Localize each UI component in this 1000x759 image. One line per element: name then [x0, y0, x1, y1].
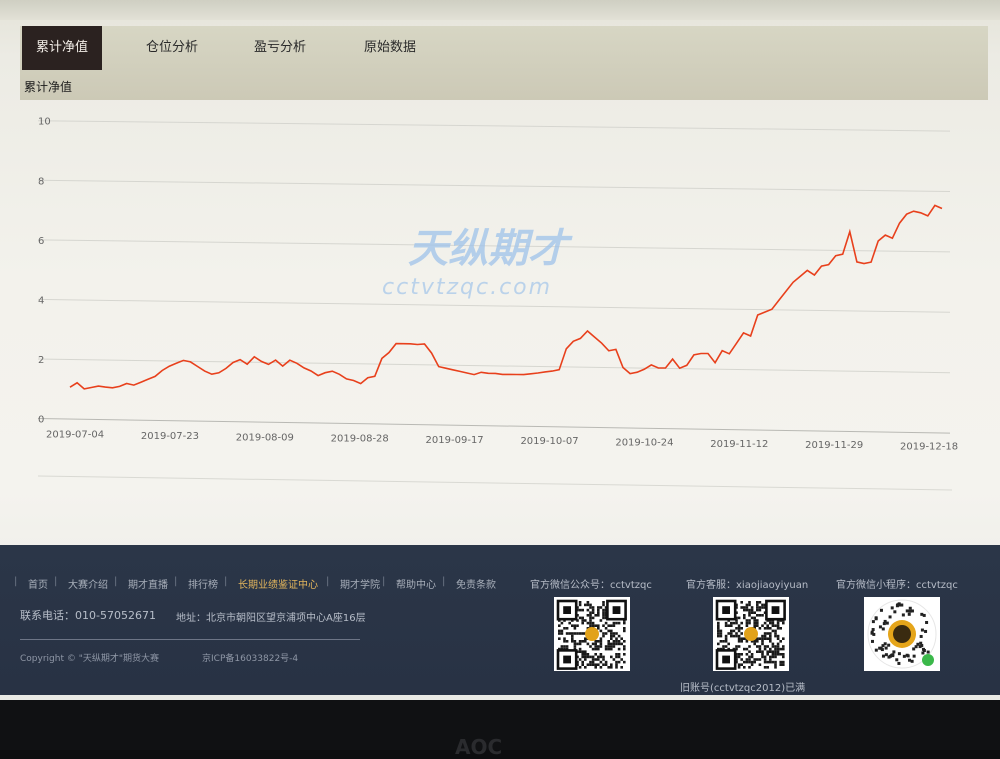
footer-nav-link[interactable]: 帮助中心 — [396, 576, 436, 591]
x-tick-label: 2019-08-28 — [331, 434, 389, 445]
nav-separator: | — [174, 576, 178, 587]
chart-bottom-border — [37, 475, 953, 491]
nav-separator: | — [224, 576, 228, 587]
nav-line-chart: 0246810 2019-07-04 2019-07-23 2019-08-09 20… — [37, 117, 958, 491]
contact-phone: 联系电话：010-57052671 — [20, 609, 156, 622]
nav-separator: | — [382, 576, 386, 587]
x-tick-label: 2019-12-18 — [900, 441, 958, 452]
watermark-title: 天纵期才 — [408, 226, 573, 272]
nav-separator: | — [14, 576, 18, 587]
gridline-2 — [37, 358, 951, 374]
old-account-note: 旧账号(cctvtzqc2012)已满 — [680, 683, 806, 694]
footer-nav-link[interactable]: 排行榜 — [188, 576, 218, 591]
x-axis-ticks: 2019-07-04 2019-07-23 2019-08-09 2019-08-28… — [46, 430, 958, 453]
nav-separator: | — [54, 576, 58, 587]
footer-divider — [20, 639, 360, 640]
y-tick-label: 2 — [38, 355, 44, 366]
gridline-8 — [37, 179, 951, 192]
footer-nav-link[interactable]: 期才学院 — [340, 576, 380, 591]
contact-address: 地址：北京市朝阳区望京浦项中心A座16层 — [176, 613, 366, 624]
footer-nav-link[interactable]: 长期业绩鉴证中心 — [238, 576, 318, 591]
nav-separator: | — [442, 576, 446, 587]
y-tick-label: 8 — [38, 176, 44, 187]
x-tick-label: 2019-07-23 — [141, 431, 199, 442]
copyright-text: Copyright © "天纵期才"期货大赛 — [20, 654, 159, 664]
x-tick-label: 2019-11-29 — [805, 440, 863, 451]
x-tick-label: 2019-08-09 — [236, 432, 294, 443]
qr-wechat-official — [554, 597, 630, 671]
y-tick-label: 4 — [38, 295, 44, 306]
footer-nav-link[interactable]: 免责条款 — [456, 576, 496, 591]
y-tick-label: 10 — [38, 117, 51, 128]
wechat-official-label: 官方微信公众号：cctvtzqc — [530, 580, 652, 591]
qr-service — [713, 597, 789, 671]
y-axis-ticks: 0 2 4 6 8 10 — [38, 117, 51, 426]
monitor-brand-logo: AOC — [455, 735, 503, 759]
footer-nav-link[interactable]: 期才直播 — [128, 576, 168, 591]
x-tick-label: 2019-10-07 — [520, 436, 578, 447]
x-tick-label: 2019-10-24 — [615, 438, 673, 449]
site-footer: | 首页 | 大赛介绍 | 期才直播 | 排行榜 | 长期业绩鉴证中心 | 期才学院 | 帮助中心 | 免责条… — [0, 545, 1000, 695]
service-label: 官方客服：xiaojiaoyiyuan — [686, 580, 809, 591]
miniprogram-label: 官方微信小程序：cctvtzqc — [836, 580, 958, 591]
nav-separator: | — [326, 576, 330, 587]
gridline-4 — [37, 298, 951, 313]
y-tick-label: 0 — [38, 415, 44, 426]
icp-text: 京ICP备16033822号-4 — [202, 654, 299, 664]
nav-separator: | — [114, 576, 118, 587]
watermark-url: cctvtzqc.com — [382, 275, 552, 300]
footer-nav-link[interactable]: 大赛介绍 — [68, 576, 108, 591]
qr-miniprogram — [864, 597, 940, 671]
x-tick-label: 2019-07-04 — [46, 430, 104, 441]
y-tick-label: 6 — [38, 236, 44, 247]
x-tick-label: 2019-11-12 — [710, 439, 768, 450]
footer-nav-link[interactable]: 首页 — [28, 576, 48, 591]
x-tick-label: 2019-09-17 — [426, 435, 484, 446]
gridline-10 — [37, 120, 951, 132]
